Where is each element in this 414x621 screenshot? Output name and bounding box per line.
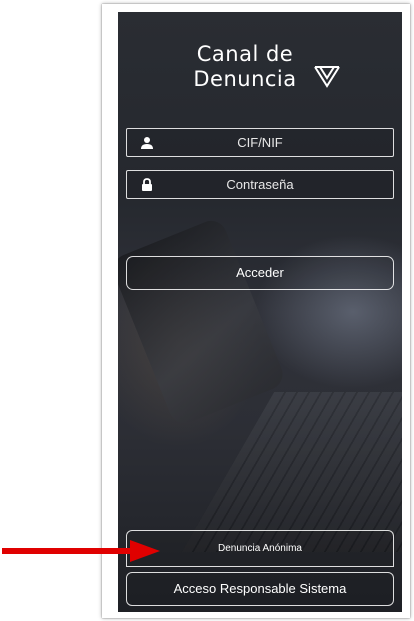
logo-line-1: Canal de [196,42,294,66]
cif-nif-input[interactable]: CIF/NIF [126,128,394,157]
phone-frame: Canal de Denuncia CIF/NIF Contraseña Acc… [102,4,410,618]
anonymous-report-button[interactable]: Denuncia Anónima [126,530,394,567]
responsible-access-button[interactable]: Acceso Responsable Sistema [126,572,394,606]
password-input[interactable]: Contraseña [126,170,394,199]
red-arrow-icon [2,540,160,562]
v-logo-icon [314,66,340,88]
cif-nif-placeholder: CIF/NIF [237,135,283,150]
logo-line-2: Denuncia [193,67,297,91]
password-placeholder: Contraseña [226,177,294,192]
acceder-button[interactable]: Acceder [126,256,394,290]
logo-text: Canal de Denuncia [180,42,310,92]
app-logo: Canal de Denuncia [118,42,402,102]
login-screen: Canal de Denuncia CIF/NIF Contraseña Acc… [118,12,402,612]
